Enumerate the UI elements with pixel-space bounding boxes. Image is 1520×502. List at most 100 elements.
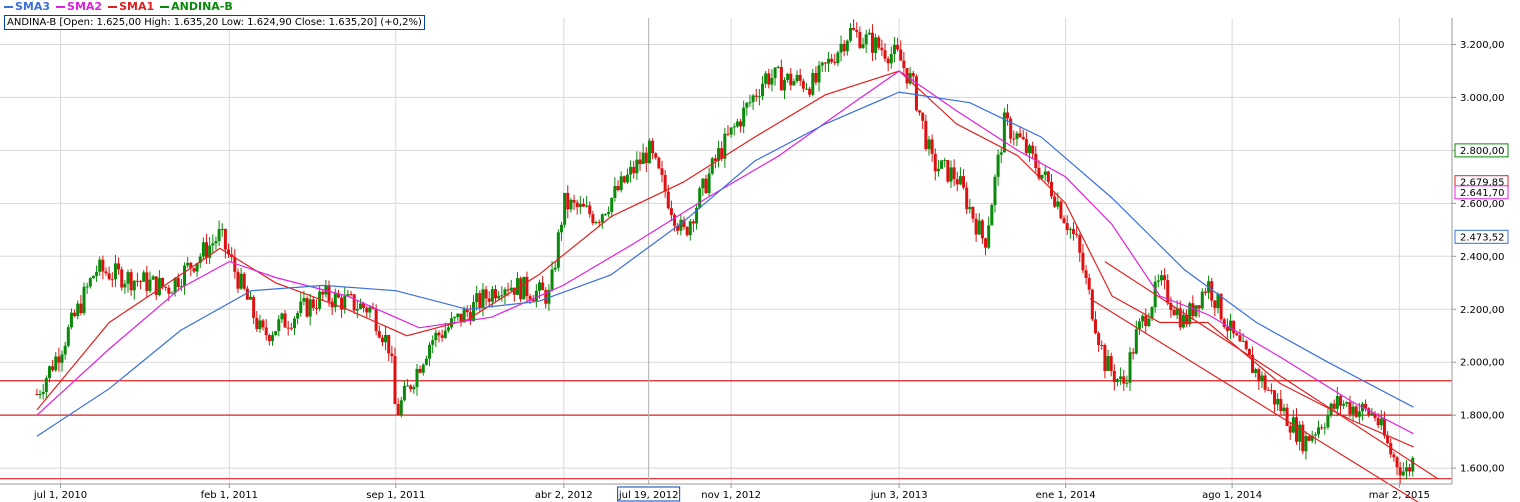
y-tick-label: 3.000,00 [1460, 93, 1505, 104]
candle-body [1295, 417, 1299, 442]
candle-body [657, 157, 661, 169]
stock-chart[interactable]: 1.600,00 1.800,00 2.000,00 2.200,00 2.400,00… [0, 0, 1520, 502]
candle-body [1119, 376, 1123, 380]
candle-body [308, 299, 312, 317]
candle-body [377, 331, 381, 338]
crosshair-date-label: jul 19, 2012 [617, 486, 681, 502]
candle-body [993, 176, 997, 206]
candle-body [820, 62, 824, 66]
x-tick-label: jul 1, 2010 [33, 490, 87, 501]
y-tick-label: 2.400,00 [1460, 252, 1505, 263]
candle-body [1015, 133, 1019, 139]
candle-body [638, 159, 642, 165]
candle-body [1244, 341, 1248, 349]
candle-body [1084, 270, 1088, 278]
candle-body [384, 334, 388, 343]
last-value-tags: 2.800,002.679,852.641,702.473,52 [1454, 143, 1509, 244]
candle-body [613, 186, 617, 199]
candle-body [437, 332, 441, 336]
candle-body [559, 224, 563, 233]
candle-body [852, 27, 856, 30]
candle-body [1351, 406, 1355, 415]
candle-body [286, 327, 290, 329]
candle-body [754, 95, 758, 97]
candle-body [572, 199, 576, 203]
candle-body [585, 205, 589, 207]
candle-body [603, 214, 607, 216]
candle-body [446, 327, 450, 331]
candle-body [845, 40, 849, 52]
candle-body [575, 202, 579, 208]
candle-body [688, 221, 692, 236]
candle-body [1071, 229, 1075, 235]
candle-body [1040, 174, 1044, 179]
candle-body [95, 271, 99, 277]
x-tick-label: sep 1, 2011 [366, 490, 425, 501]
candle-body [69, 312, 73, 328]
candle-body [1197, 305, 1201, 309]
candle-body [390, 353, 394, 357]
candle-body [713, 158, 717, 161]
candle-body [801, 80, 805, 89]
candle-body [1282, 407, 1286, 412]
candle-body [607, 211, 611, 215]
candle-body [135, 280, 139, 282]
candle-body [1235, 333, 1239, 336]
candle-body [132, 280, 136, 291]
candle-body [795, 75, 799, 82]
candle-body [1376, 418, 1380, 426]
candle-body [242, 273, 246, 289]
legend-item-sma2: SMA2 [56, 0, 102, 13]
candle-body [663, 174, 667, 192]
candle-body [625, 174, 629, 183]
candle-body [1382, 418, 1386, 436]
candle-body [1288, 426, 1292, 433]
candle-body [943, 160, 947, 162]
candle-body [911, 73, 915, 77]
candle-body [597, 222, 601, 224]
candle-body [1254, 369, 1258, 373]
candle-body [1213, 300, 1217, 309]
candle-body [54, 356, 58, 371]
candle-body [1188, 303, 1192, 325]
candle-body [735, 121, 739, 127]
x-tick-label: jun 3, 2013 [870, 490, 928, 501]
candle-body [902, 60, 906, 69]
candle-body [836, 52, 840, 64]
candle-body [490, 289, 494, 302]
candle-body [173, 277, 177, 293]
candle-body [864, 34, 868, 45]
candle-body [566, 192, 570, 210]
candle-body [861, 44, 865, 48]
candle-body [858, 31, 862, 48]
candle-body [729, 127, 733, 135]
sma-series [36, 70, 1414, 448]
candle-body [553, 267, 557, 270]
price-tag: 2.641,70 [1454, 185, 1509, 200]
candle-body [1028, 145, 1032, 154]
candle-body [804, 88, 808, 90]
candle-body [563, 192, 567, 225]
horizontal-levels [0, 380, 1452, 480]
candle-body [955, 179, 959, 185]
candle-body [1137, 321, 1141, 330]
candle-body [249, 296, 253, 300]
candle-body [1257, 369, 1261, 382]
candle-body [283, 313, 287, 328]
candle-body [1106, 356, 1110, 371]
candle-body [120, 269, 124, 288]
candle-body [1053, 196, 1057, 207]
candle-body [365, 307, 369, 313]
candle-body [629, 166, 633, 175]
candle-body [236, 271, 240, 289]
candle-body [296, 313, 300, 319]
candle-body [1276, 398, 1280, 405]
candle-body [1326, 414, 1330, 428]
sma-line-sma1 [36, 70, 1414, 448]
candle-body [588, 205, 592, 215]
candle-body [1156, 280, 1160, 282]
candle-body [1115, 379, 1119, 382]
candle-body [201, 242, 205, 257]
candle-body [157, 277, 161, 296]
candle-body [1225, 326, 1229, 331]
